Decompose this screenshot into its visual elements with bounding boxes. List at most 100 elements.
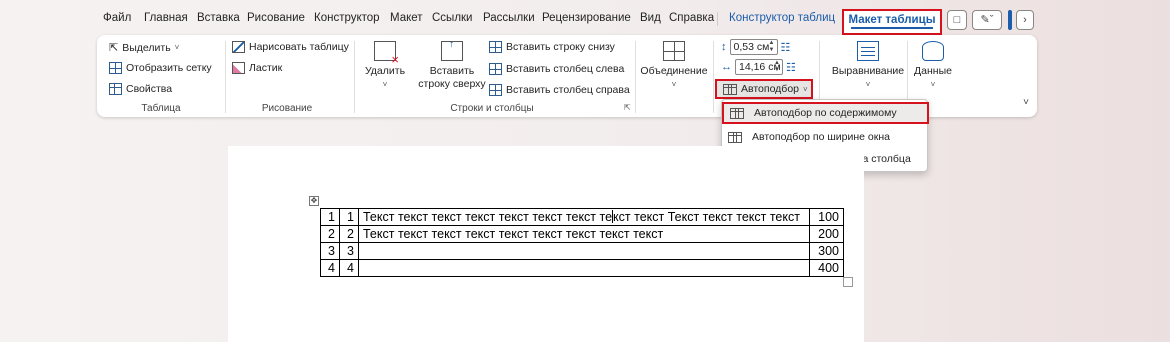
table-cell-text[interactable] [358, 259, 810, 277]
collapse-ribbon-icon[interactable]: ˅ [1023, 97, 1029, 108]
table-cell[interactable]: 2 [339, 225, 359, 243]
chevron-down-icon: ˅ [382, 80, 388, 89]
table-cell[interactable]: 4 [339, 259, 359, 277]
insert-below-button[interactable]: Вставить строку снизу [489, 41, 615, 53]
table-cell[interactable]: 2 [320, 225, 340, 243]
table-row: 3 3 300 [320, 242, 844, 260]
table-cell[interactable]: 3 [339, 242, 359, 260]
insert-right-button[interactable]: Вставить столбец справа [489, 84, 630, 96]
table-cell-text[interactable] [358, 242, 810, 260]
tab-separator [717, 12, 718, 26]
chevron-down-icon: ˅ [671, 80, 677, 89]
data-button[interactable]: Данные ˅ [909, 41, 957, 91]
group-separator [635, 41, 636, 113]
delete-button[interactable]: × Удалить ˅ [363, 41, 407, 91]
merge-button[interactable]: Объединение ˅ [639, 41, 709, 91]
data-icon [922, 41, 944, 61]
dialog-launcher-icon[interactable]: ⇱ [624, 103, 631, 112]
table-row: 4 4 400 [320, 259, 844, 277]
draw-table-button[interactable]: Нарисовать таблицу [232, 41, 349, 53]
properties-button[interactable]: Свойства [109, 83, 172, 95]
table-cell[interactable]: 4 [320, 259, 340, 277]
editing-pen-icon[interactable]: ✎ˇ [972, 10, 1002, 30]
insert-above-icon: ↑ [441, 39, 463, 61]
delete-label: Удалить [364, 65, 406, 77]
distribute-columns-icon[interactable]: ☷ [786, 61, 796, 74]
group-separator [225, 41, 226, 113]
tab-mailings[interactable]: Рассылки [483, 12, 535, 24]
group-label-rows-cols: Строки и столбцы [450, 103, 534, 114]
menu-item-autofit-window[interactable]: Автоподбор по ширине окна [728, 127, 890, 147]
tab-references[interactable]: Ссылки [432, 12, 473, 24]
table-cell-value[interactable]: 200 [809, 225, 844, 243]
table-move-handle-icon[interactable]: ✥ [309, 196, 319, 206]
menu-item-label: Автоподбор по ширине окна [752, 131, 890, 143]
alignment-label: Выравнивание [831, 65, 905, 77]
comments-icon[interactable]: □ [947, 10, 967, 30]
autofit-button[interactable]: Автоподбор ˅ [715, 79, 813, 99]
row-height-icon: ↕ [721, 41, 727, 53]
chevron-right-icon[interactable]: › [1016, 10, 1034, 30]
tab-table-design[interactable]: Конструктор таблиц [729, 12, 835, 24]
table-cell[interactable]: 3 [320, 242, 340, 260]
eraser-icon [232, 62, 245, 74]
insert-above-button[interactable]: ↑ Вставить строку сверху [417, 39, 487, 91]
table-cell-value[interactable]: 100 [809, 208, 844, 226]
table-cell-value[interactable]: 300 [809, 242, 844, 260]
merge-label: Объединение [640, 65, 708, 77]
tab-help[interactable]: Справка [669, 12, 714, 24]
table-cell[interactable]: 1 [339, 208, 359, 226]
eraser-button[interactable]: Ластик [232, 62, 282, 74]
row-height-input[interactable]: 0,53 см ▲ ▼ [729, 39, 778, 55]
properties-label: Свойства [126, 83, 173, 95]
table-resize-handle[interactable] [843, 277, 853, 287]
tab-insert[interactable]: Вставка [197, 12, 240, 24]
tab-table-layout-label: Макет таблицы [848, 14, 936, 26]
group-separator [354, 41, 355, 113]
cell-text-before-cursor: Текст текст текст текст текст текст текс… [363, 210, 613, 224]
view-gridlines-button[interactable]: Отобразить сетку [109, 62, 212, 74]
chevron-down-icon: ˅ [174, 43, 180, 52]
properties-icon [109, 83, 122, 95]
share-button-edge[interactable] [1008, 10, 1012, 30]
group-label-draw: Рисование [261, 103, 313, 114]
tab-file[interactable]: Файл [103, 12, 131, 24]
autofit-label: Автоподбор [741, 83, 799, 95]
tab-layout[interactable]: Макет [390, 12, 423, 24]
column-width-control: ↔ 14,16 см ▲ ▼ ☷ [721, 59, 796, 75]
tab-draw[interactable]: Рисование [247, 12, 305, 24]
menu-item-label: Автоподбор по содержимому [754, 107, 897, 119]
group-label-table: Таблица [141, 103, 181, 114]
tab-home[interactable]: Главная [144, 12, 188, 24]
document-table[interactable]: 1 1 Текст текст текст текст текст текст … [320, 208, 844, 277]
ribbon-tab-bar: Файл Главная Вставка Рисование Конструкт… [0, 7, 1170, 35]
table-cell-text[interactable]: Текст текст текст текст текст текст текс… [358, 208, 810, 226]
tab-design[interactable]: Конструктор [314, 12, 380, 24]
select-button[interactable]: ⇱ Выделить ˅ [109, 41, 180, 55]
insert-below-icon [489, 41, 502, 53]
table-cell-value[interactable]: 400 [809, 259, 844, 277]
column-width-input[interactable]: 14,16 см ▲ ▼ [735, 59, 783, 75]
table-cell-text[interactable]: Текст текст текст текст текст текст текс… [358, 225, 810, 243]
gridlines-icon [109, 62, 122, 74]
cell-text-after-cursor: кст текст Текст текст текст текст [613, 210, 800, 224]
distribute-rows-icon[interactable]: ☷ [781, 41, 791, 54]
insert-right-icon [489, 84, 502, 96]
tab-review[interactable]: Рецензирование [542, 12, 631, 24]
tab-view[interactable]: Вид [640, 12, 661, 24]
table-row: 2 2 Текст текст текст текст текст текст … [320, 225, 844, 243]
autofit-window-icon [728, 131, 742, 143]
cursor-arrow-icon: ⇱ [109, 42, 119, 54]
insert-left-button[interactable]: Вставить столбец слева [489, 63, 624, 75]
spinner-arrows-icon[interactable]: ▲ ▼ [774, 60, 780, 74]
table-cell[interactable]: 1 [320, 208, 340, 226]
alignment-button[interactable]: Выравнивание ˅ [823, 41, 913, 91]
row-height-control: ↕ 0,53 см ▲ ▼ ☷ [721, 39, 790, 55]
insert-right-label: Вставить столбец справа [506, 84, 630, 96]
select-label: Выделить [122, 41, 171, 54]
eraser-label: Ластик [249, 62, 283, 74]
menu-item-autofit-contents[interactable]: Автоподбор по содержимому [722, 102, 929, 124]
tab-table-layout[interactable]: Макет таблицы [842, 9, 942, 35]
chevron-down-icon: ˅ [865, 80, 871, 89]
spinner-arrows-icon[interactable]: ▲ ▼ [769, 40, 775, 54]
